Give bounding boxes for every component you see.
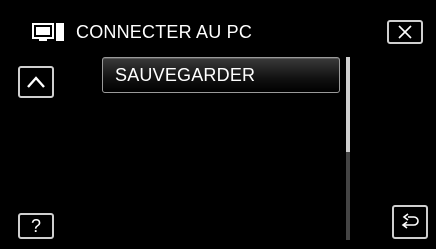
scrollbar-thumb[interactable] (346, 57, 350, 152)
page-title: CONNECTER AU PC (76, 21, 253, 42)
close-button[interactable] (387, 20, 423, 44)
menu-item-sauvegarder[interactable]: SAUVEGARDER (102, 57, 340, 93)
close-x-icon (398, 25, 412, 39)
help-button[interactable]: ? (18, 213, 54, 239)
scrollbar[interactable] (346, 57, 350, 240)
back-button[interactable] (392, 205, 428, 239)
help-label: ? (30, 216, 41, 236)
return-arrow-icon (401, 213, 419, 229)
scroll-up-button[interactable] (18, 66, 54, 98)
pc-monitor-icon (32, 23, 64, 41)
title-bar: CONNECTER AU PC (32, 18, 252, 46)
camera-menu-screen: CONNECTER AU PC SAUVEGARDER ? (0, 0, 436, 249)
chevron-up-icon (27, 76, 45, 88)
menu-item-label: SAUVEGARDER (115, 64, 256, 85)
